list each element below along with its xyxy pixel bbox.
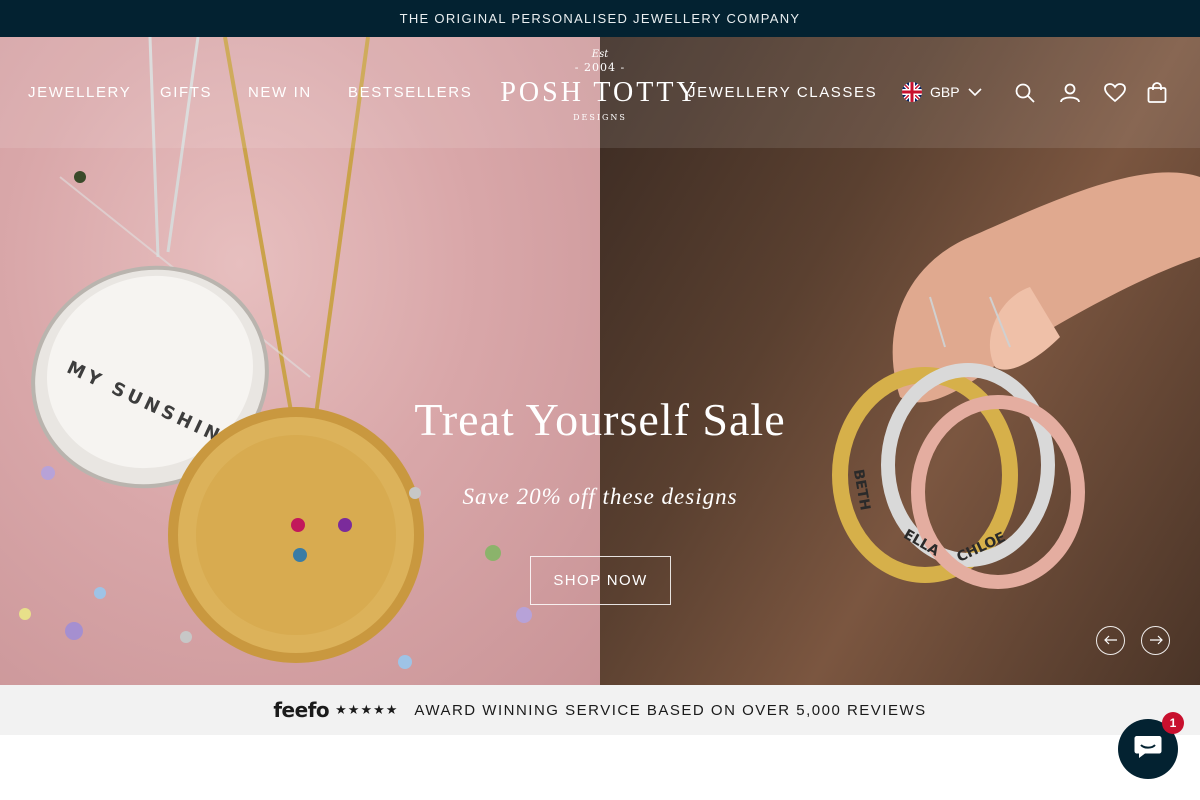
site-logo[interactable]: Est - 2004 - POSH TOTTY DESIGNS	[494, 49, 706, 135]
chevron-down-icon	[968, 84, 982, 100]
account-icon[interactable]	[1058, 81, 1082, 105]
search-icon[interactable]	[1013, 81, 1037, 105]
logo-name: POSH TOTTY	[500, 77, 700, 108]
cart-bag-icon[interactable]	[1145, 81, 1169, 105]
chat-bubble-icon	[1133, 733, 1163, 766]
nav-item-new-in[interactable]: NEW IN	[248, 84, 312, 101]
nav-item-jewellery-classes[interactable]: JEWELLERY CLASSES	[688, 84, 877, 101]
site-header: JEWELLERY GIFTS NEW IN BESTSELLERS Est -…	[0, 37, 1200, 148]
currency-code: GBP	[930, 84, 960, 100]
wishlist-heart-icon[interactable]	[1103, 81, 1127, 105]
star-rating-icon: ★★★★★	[335, 702, 399, 717]
hero-subtitle: Save 20% off these designs	[462, 484, 738, 509]
announcement-text: THE ORIGINAL PERSONALISED JEWELLERY COMP…	[399, 11, 801, 26]
reviews-bar[interactable]: feefo ★★★★★ AWARD WINNING SERVICE BASED …	[0, 685, 1200, 735]
arrow-right-icon	[1149, 632, 1163, 650]
feefo-logo: feefo	[273, 698, 330, 722]
uk-flag-icon	[902, 82, 922, 102]
nav-item-bestsellers[interactable]: BESTSELLERS	[348, 84, 472, 101]
logo-year: - 2004 -	[574, 61, 626, 74]
chat-notification-badge: 1	[1162, 712, 1184, 734]
currency-selector[interactable]: GBP	[902, 82, 982, 102]
logo-sub: DESIGNS	[573, 113, 627, 122]
slider-prev-button[interactable]	[1096, 626, 1125, 655]
slider-next-button[interactable]	[1141, 626, 1170, 655]
nav-item-gifts[interactable]: GIFTS	[160, 84, 212, 101]
hero-title: Treat Yourself Sale	[414, 394, 786, 445]
reviews-text: AWARD WINNING SERVICE BASED ON OVER 5,00…	[414, 701, 927, 719]
nav-item-jewellery[interactable]: JEWELLERY	[28, 84, 131, 101]
logo-est: Est	[591, 49, 609, 60]
arrow-left-icon	[1103, 632, 1118, 650]
announcement-bar: THE ORIGINAL PERSONALISED JEWELLERY COMP…	[0, 0, 1200, 37]
shop-now-button[interactable]: SHOP NOW	[530, 556, 671, 605]
